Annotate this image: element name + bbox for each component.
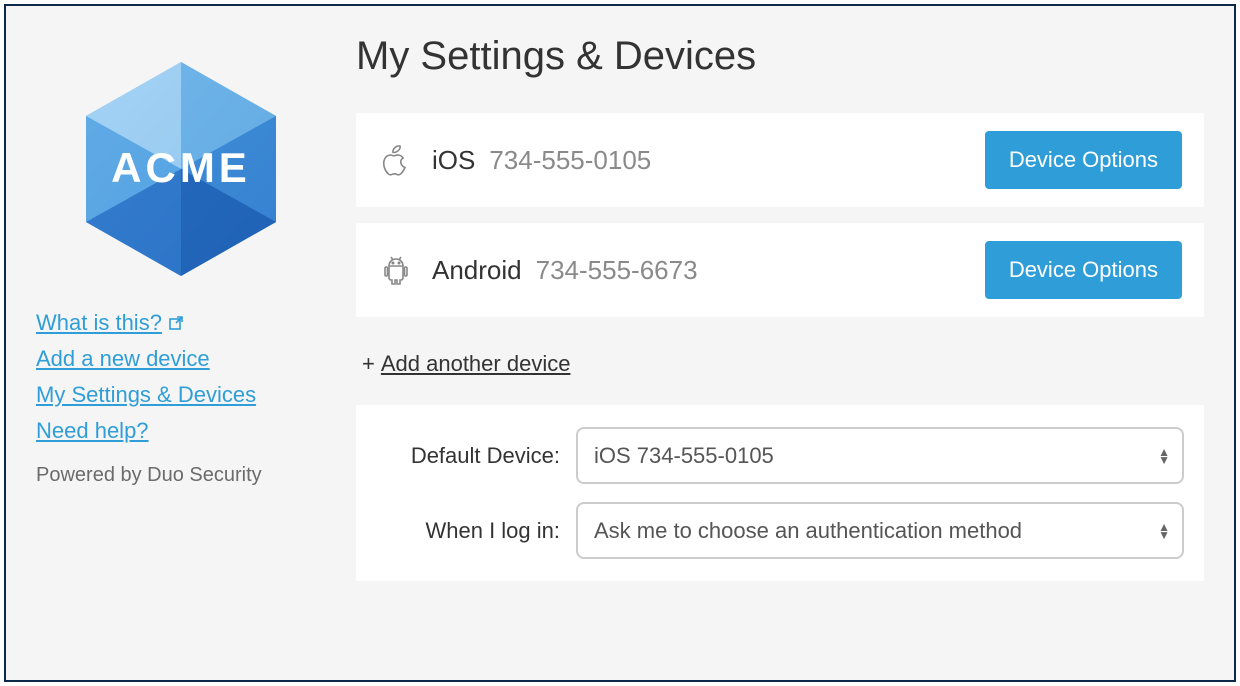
link-label: Add a new device (36, 346, 210, 372)
default-device-row: Default Device: iOS 734-555-0105 ▲▼ (376, 427, 1184, 484)
login-behavior-row: When I log in: Ask me to choose an authe… (376, 502, 1184, 559)
link-need-help[interactable]: Need help? (36, 418, 149, 444)
app-frame: ACME What is this? Add a new device My S… (4, 4, 1236, 682)
link-add-new-device[interactable]: Add a new device (36, 346, 210, 372)
device-row: iOS 734-555-0105 Device Options (356, 113, 1204, 207)
link-label: What is this? (36, 310, 162, 336)
main-panel: My Settings & Devices iOS 734-555-0105 D… (326, 34, 1204, 652)
device-phone: 734-555-6673 (536, 255, 985, 286)
default-device-label: Default Device: (376, 443, 576, 469)
link-my-settings-devices[interactable]: My Settings & Devices (36, 382, 256, 408)
android-icon (378, 254, 414, 286)
device-options-button[interactable]: Device Options (985, 241, 1182, 299)
add-another-device-link[interactable]: + Add another device (362, 351, 570, 377)
add-another-label: Add another device (381, 351, 571, 377)
plus-icon: + (362, 351, 375, 377)
link-what-is-this[interactable]: What is this? (36, 310, 184, 336)
login-behavior-label: When I log in: (376, 518, 576, 544)
login-behavior-select[interactable]: Ask me to choose an authentication metho… (576, 502, 1184, 559)
powered-by: Powered by Duo Security (36, 464, 326, 487)
page-title: My Settings & Devices (356, 34, 1204, 79)
sidebar-links: What is this? Add a new device My Settin… (36, 310, 326, 444)
sidebar: ACME What is this? Add a new device My S… (36, 34, 326, 652)
device-platform: Android (432, 255, 522, 286)
external-link-icon (168, 315, 184, 331)
link-label: Need help? (36, 418, 149, 444)
acme-logo: ACME (71, 54, 291, 284)
link-label: My Settings & Devices (36, 382, 256, 408)
logo-container: ACME (36, 54, 326, 284)
apple-icon (378, 144, 414, 176)
device-platform: iOS (432, 145, 475, 176)
device-options-button[interactable]: Device Options (985, 131, 1182, 189)
default-device-select[interactable]: iOS 734-555-0105 (576, 427, 1184, 484)
device-row: Android 734-555-6673 Device Options (356, 223, 1204, 317)
svg-text:ACME: ACME (111, 144, 251, 191)
settings-panel: Default Device: iOS 734-555-0105 ▲▼ When… (356, 405, 1204, 581)
device-phone: 734-555-0105 (489, 145, 984, 176)
